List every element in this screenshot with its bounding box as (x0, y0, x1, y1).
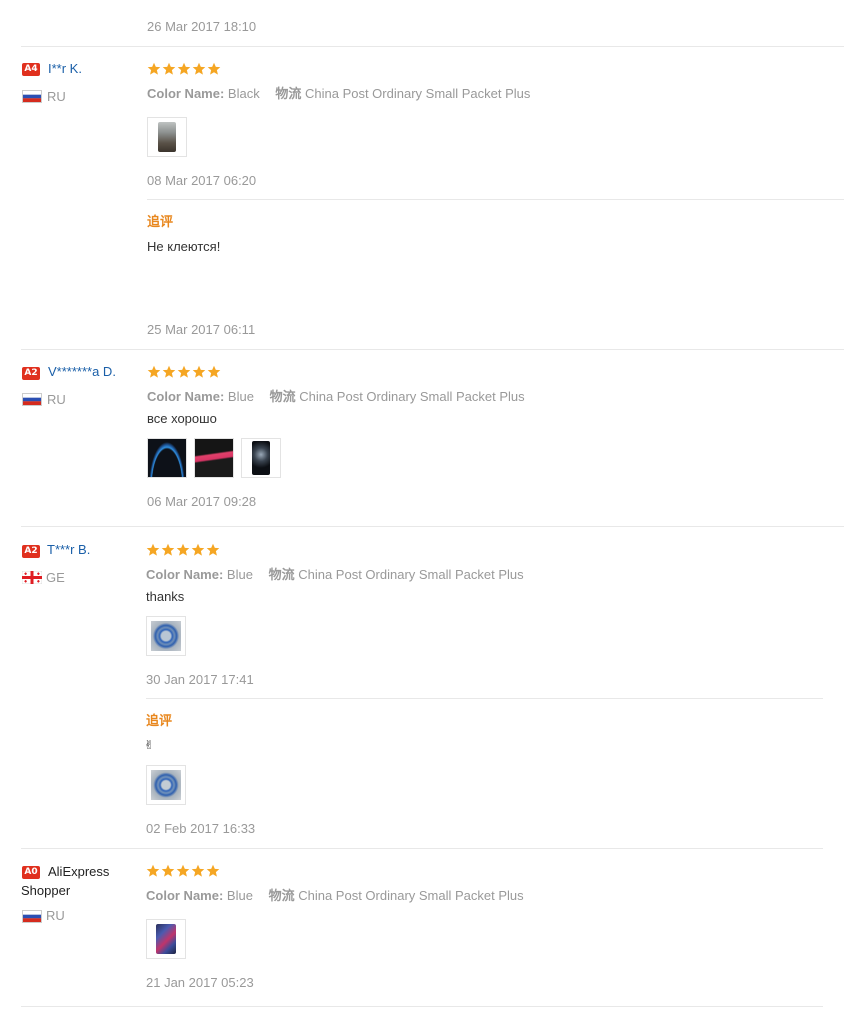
star-icon (176, 543, 190, 556)
color-name-label: Color Name: (147, 389, 225, 404)
followup-divider (147, 199, 844, 200)
reviewer-name[interactable]: V*******a D. (48, 364, 116, 379)
star-icon (207, 62, 221, 75)
followup-text: Не клеются! (147, 239, 221, 254)
star-icon (162, 365, 176, 378)
star-icon (177, 62, 191, 75)
star-icon (146, 543, 160, 556)
shipping-label: 物流 (275, 86, 302, 101)
star-icon (146, 864, 160, 877)
buyer-level-badge: A2 (22, 367, 40, 380)
shipping-method: China Post Ordinary Small Packet Plus (304, 86, 531, 101)
reviewer-country: GE (46, 570, 65, 585)
review-text: thanks (146, 589, 185, 604)
star-icon (191, 864, 205, 877)
color-name-label: Color Name: (147, 86, 225, 101)
star-icon (176, 864, 190, 877)
review-photo[interactable] (146, 919, 186, 959)
order-info: Color Name: Blue 物流 China Post Ordinary … (147, 386, 525, 405)
review-photo[interactable] (147, 438, 187, 478)
order-info: Color Name: Blue 物流 China Post Ordinary … (146, 564, 524, 583)
reviewer-country: RU (47, 89, 66, 104)
followup-divider (146, 698, 823, 699)
georgia-flag-icon (22, 571, 42, 584)
shipping-label: 物流 (268, 888, 295, 903)
star-icon (207, 365, 221, 378)
review-photo[interactable] (241, 438, 281, 478)
color-name-value: Black (227, 86, 260, 101)
russia-flag-icon (22, 90, 42, 103)
review-date: 08 Mar 2017 06:20 (147, 173, 257, 188)
followup-label: 追评 (146, 713, 173, 728)
russia-flag-icon (22, 393, 42, 406)
shipping-method: China Post Ordinary Small Packet Plus (298, 567, 524, 582)
star-icon (206, 864, 220, 877)
followup-date: 02 Feb 2017 16:33 (146, 821, 256, 836)
order-info: Color Name: Black 物流 China Post Ordinary… (147, 83, 530, 102)
reviewer-name[interactable]: I**r K. (48, 61, 82, 76)
review-date: 26 Mar 2017 18:10 (147, 19, 257, 34)
review-photo[interactable] (147, 117, 187, 157)
buyer-level-badge: A2 (22, 545, 40, 558)
review-divider (21, 526, 844, 527)
reviewer-name[interactable]: T***r B. (47, 542, 90, 557)
shipping-method: China Post Ordinary Small Packet Plus (298, 888, 524, 903)
order-info: Color Name: Blue 物流 China Post Ordinary … (146, 885, 524, 904)
star-rating (146, 864, 221, 878)
review-photo[interactable] (194, 438, 234, 478)
followup-text: ✌ (144, 738, 155, 752)
color-name-label: Color Name: (146, 567, 224, 582)
star-rating (147, 365, 222, 379)
review-divider (21, 349, 844, 350)
review-photo[interactable] (146, 765, 186, 805)
shipping-label: 物流 (269, 389, 296, 404)
star-icon (161, 864, 175, 877)
star-icon (206, 543, 220, 556)
review-photo[interactable] (146, 616, 186, 656)
star-icon (192, 62, 206, 75)
review-divider (21, 1006, 823, 1007)
review-date: 06 Mar 2017 09:28 (147, 494, 257, 509)
review-date: 21 Jan 2017 05:23 (146, 975, 254, 990)
star-icon (177, 365, 191, 378)
followup-label: 追评 (147, 214, 174, 229)
followup-date: 25 Mar 2017 06:11 (147, 322, 256, 337)
reviewer-country: RU (47, 392, 66, 407)
star-icon (162, 62, 176, 75)
star-rating (146, 543, 221, 557)
review-divider (21, 46, 844, 47)
star-icon (147, 365, 161, 378)
star-icon (191, 543, 205, 556)
review-date: 30 Jan 2017 17:41 (146, 672, 254, 687)
star-icon (192, 365, 206, 378)
color-name-value: Blue (227, 389, 254, 404)
reviewer-country: RU (46, 908, 65, 923)
shipping-label: 物流 (268, 567, 295, 582)
star-icon (147, 62, 161, 75)
reviewer-name: AliExpress Shopper (21, 864, 110, 898)
star-rating (147, 62, 222, 76)
shipping-method: China Post Ordinary Small Packet Plus (299, 389, 525, 404)
color-name-value: Blue (226, 567, 253, 582)
buyer-level-badge: A4 (22, 63, 40, 76)
review-divider (21, 848, 823, 849)
star-icon (161, 543, 175, 556)
review-text: все хорошо (147, 411, 217, 426)
russia-flag-icon (22, 910, 42, 923)
color-name-label: Color Name: (146, 888, 224, 903)
color-name-value: Blue (226, 888, 253, 903)
